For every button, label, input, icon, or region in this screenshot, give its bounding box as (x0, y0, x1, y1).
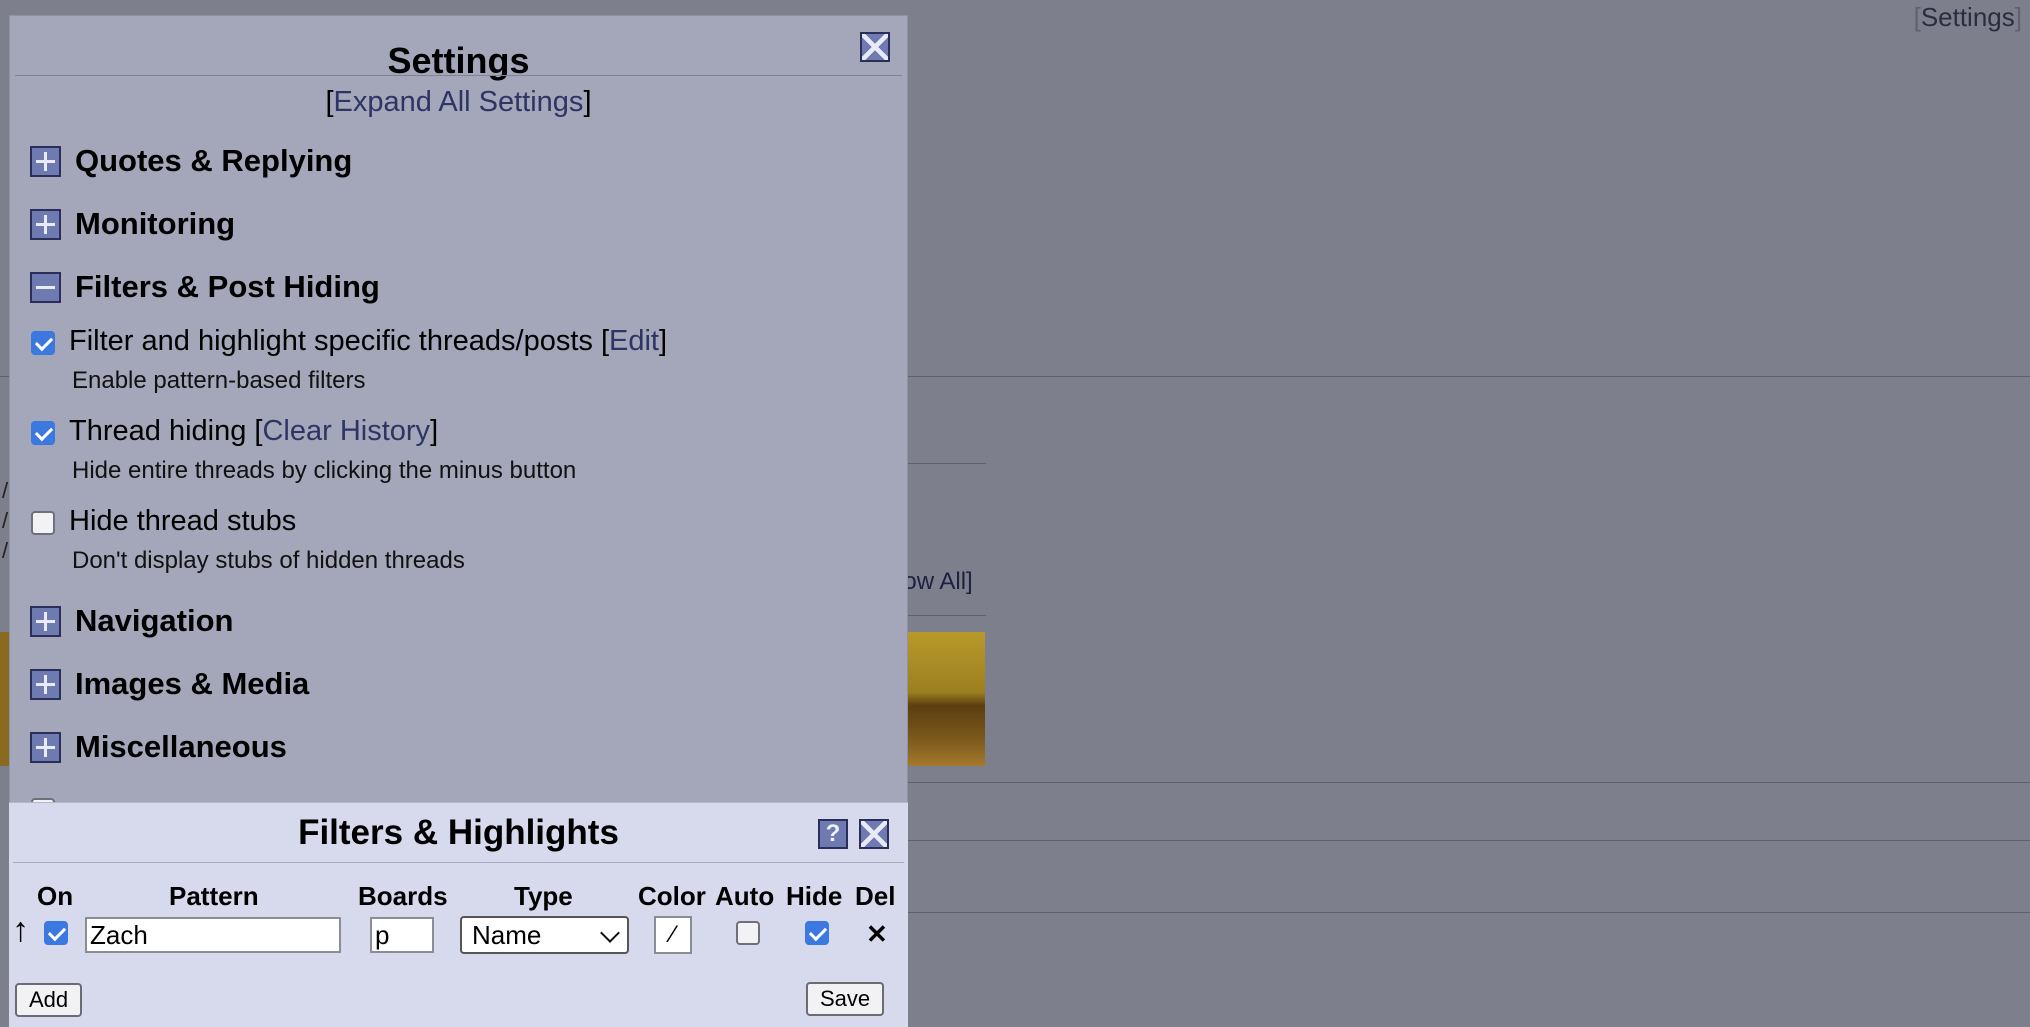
thread-thumbnail[interactable] (900, 632, 985, 766)
divider (908, 463, 986, 464)
save-filters-button[interactable]: Save (806, 982, 885, 1016)
divider (0, 376, 9, 377)
bg-text: / (2, 538, 9, 563)
column-header-pattern: Pattern (169, 881, 259, 911)
delete-filter-icon[interactable]: ✕ (866, 919, 888, 950)
option-hide-stubs: Hide thread stubs (31, 505, 296, 538)
divider (908, 912, 2030, 913)
minus-icon[interactable] (30, 271, 61, 303)
plus-icon[interactable] (30, 208, 61, 240)
section-quotes-replying[interactable]: Quotes & Replying (30, 143, 352, 178)
chevron-down-icon (600, 923, 620, 943)
plus-icon[interactable] (30, 605, 61, 637)
clear-history-link[interactable]: Clear History (262, 415, 430, 447)
section-filters-post-hiding[interactable]: Filters & Post Hiding (30, 269, 380, 304)
plus-icon[interactable] (30, 731, 61, 763)
section-miscellaneous[interactable]: Miscellaneous (30, 729, 287, 764)
column-header-type: Type (514, 881, 573, 911)
column-header-del: Del (855, 881, 896, 911)
bracket: ] (2014, 2, 2022, 32)
auto-checkbox[interactable] (736, 921, 760, 945)
column-header-on: On (37, 881, 74, 911)
divider (13, 862, 904, 863)
filter-on-checkbox[interactable] (44, 921, 68, 945)
close-icon[interactable] (860, 32, 890, 62)
section-navigation[interactable]: Navigation (30, 603, 233, 638)
bracket: [ (1913, 2, 1921, 32)
divider (908, 615, 986, 616)
column-header-color: Color (638, 881, 706, 911)
filter-highlight-checkbox[interactable] (31, 331, 55, 355)
plus-icon[interactable] (30, 668, 61, 700)
divider (15, 75, 902, 76)
expand-all-settings: [Expand All Settings] (325, 86, 592, 118)
boards-input[interactable]: p (370, 917, 434, 953)
option-description: Enable pattern-based filters (72, 367, 366, 394)
section-images-media[interactable]: Images & Media (30, 666, 309, 701)
hide-stubs-checkbox[interactable] (31, 511, 55, 535)
option-description: Don't display stubs of hidden threads (72, 547, 465, 574)
help-icon[interactable]: ? (818, 819, 848, 849)
top-settings-link[interactable]: [Settings] (1914, 2, 2022, 33)
divider (908, 376, 2030, 377)
divider (908, 840, 2030, 841)
divider (908, 782, 2030, 783)
pattern-input[interactable]: Zach (85, 917, 341, 953)
filters-title: Filters & Highlights (298, 813, 619, 852)
expand-all-link[interactable]: Expand All Settings (334, 86, 584, 118)
settings-link-text: Settings (1920, 2, 2015, 32)
plus-icon[interactable] (30, 145, 61, 177)
add-filter-button[interactable]: Add (15, 983, 83, 1017)
hide-checkbox[interactable] (805, 921, 829, 945)
close-icon[interactable] (859, 819, 889, 849)
type-select[interactable]: Name (460, 916, 629, 954)
column-header-auto: Auto (715, 881, 775, 911)
filters-dialog: Filters & Highlights ? On Pattern Boards… (9, 802, 908, 1027)
edit-filters-link[interactable]: Edit (609, 325, 659, 357)
column-header-boards: Boards (358, 881, 448, 911)
color-picker-button[interactable]: ⁄ (654, 916, 692, 954)
bg-text: / (2, 508, 9, 533)
section-monitoring[interactable]: Monitoring (30, 206, 235, 241)
option-description: Hide entire threads by clicking the minu… (72, 457, 577, 484)
bg-text: / (2, 478, 9, 503)
thread-hiding-checkbox[interactable] (31, 421, 55, 445)
option-thread-hiding: Thread hiding [Clear History] (31, 415, 438, 448)
move-up-icon[interactable]: ↑ (12, 911, 29, 950)
option-filter-highlight: Filter and highlight specific threads/po… (31, 325, 667, 358)
column-header-hide: Hide (786, 881, 843, 911)
